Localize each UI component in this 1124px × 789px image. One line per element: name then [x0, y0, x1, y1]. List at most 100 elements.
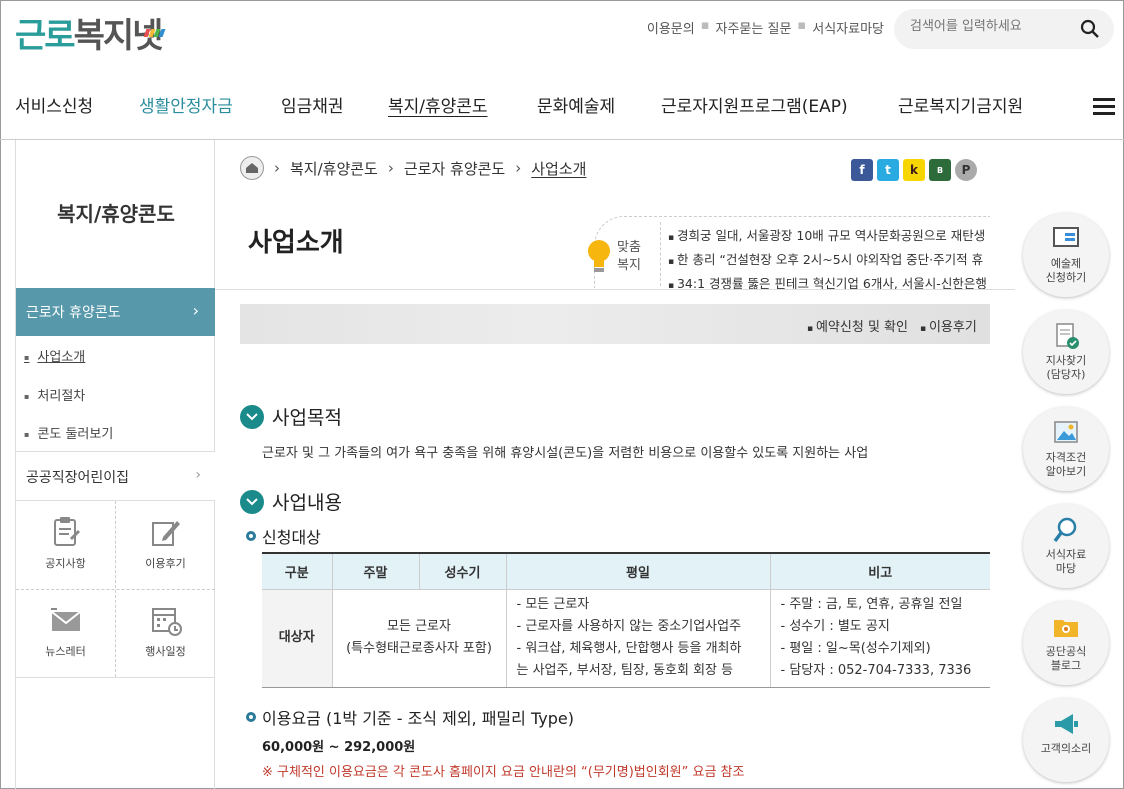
quick-label: 공지사항: [45, 557, 86, 570]
cell-line: - 모든 근로자: [516, 597, 590, 612]
chevron-right-icon: ›: [195, 467, 201, 483]
chevron-down-icon: [240, 489, 264, 514]
sidebar-title: 복지/휴양콘도: [57, 202, 175, 226]
image-icon: [1054, 421, 1078, 443]
gnb-service[interactable]: 서비스신청: [15, 92, 93, 117]
gnb-welfare-condo[interactable]: 복지/휴양콘도: [388, 92, 488, 117]
global-nav: 서비스신청 생활안정자금 임금채권 복지/휴양콘도 문화예술제 근로자지원프로그…: [0, 78, 1124, 140]
mail-icon: [50, 608, 81, 631]
sidebar-item-condo[interactable]: 근로자 휴양콘도 ›: [16, 288, 215, 336]
quick-branch-finder[interactable]: 지사찾기 (담당자): [1023, 310, 1109, 394]
band-icon[interactable]: B: [929, 159, 951, 181]
search-box: [894, 9, 1114, 49]
kakao-icon[interactable]: k: [903, 159, 925, 181]
gnb-art-festival[interactable]: 문화예술제: [537, 92, 615, 117]
table-header: 비고: [769, 552, 990, 590]
util-sep: ▪: [700, 18, 710, 33]
logo-part-2: 복지: [73, 16, 135, 56]
search-input[interactable]: [910, 19, 1070, 34]
sidebar-item-daycare[interactable]: 공공직장어린이집 ›: [16, 451, 215, 501]
breadcrumb-sep: ›: [387, 159, 394, 177]
calendar-icon: [151, 608, 182, 636]
clipboard-icon: [53, 517, 80, 546]
sub-banner: 예약신청 및 확인 이용후기: [240, 304, 990, 344]
subheading-target: 신청대상: [246, 524, 321, 548]
quick-label: 마당: [1055, 562, 1077, 575]
table-header: 평일: [505, 552, 770, 590]
quick-review[interactable]: 이용후기: [116, 501, 215, 589]
folder-icon: [1054, 620, 1078, 637]
util-link-faq[interactable]: 자주묻는 질문: [716, 18, 792, 37]
news-list: 경희궁 일대, 서울광장 10배 규모 역사문화공원으로 재탄생 한 총리 “건…: [668, 225, 988, 297]
quick-label: 서식자료: [1045, 548, 1087, 561]
edit-icon: [151, 521, 180, 546]
logo-part-1: 근로: [15, 16, 76, 56]
quick-label: 신청하기: [1045, 271, 1087, 284]
quick-label: 이용후기: [145, 557, 186, 570]
facebook-icon[interactable]: f: [851, 159, 873, 181]
sidebar-sub-tour[interactable]: 콘도 둘러보기: [24, 423, 113, 442]
banner-link-review[interactable]: 이용후기: [920, 316, 977, 335]
breadcrumb-item[interactable]: 근로자 휴양콘도: [404, 158, 505, 179]
print-icon[interactable]: P: [955, 159, 977, 181]
quick-eligibility[interactable]: 자격조건 알아보기: [1023, 407, 1109, 491]
quick-blog[interactable]: 공단공식 블로그: [1023, 601, 1109, 685]
monitor-icon: [1053, 227, 1079, 247]
fee-note: ※ 구체적인 이용요금은 각 콘도사 홈페이지 요금 안내란의 “(무기명)법인…: [262, 765, 745, 780]
news-item[interactable]: 경희궁 일대, 서울광장 10배 규모 역사문화공원으로 재탄생: [668, 225, 988, 249]
twitter-icon[interactable]: t: [877, 159, 899, 181]
divider: [16, 589, 215, 590]
cell-line: 모든 근로자: [387, 619, 451, 634]
gnb-living-fund[interactable]: 생활안정자금: [139, 92, 233, 117]
sidebar-sub-process[interactable]: 처리절차: [24, 385, 85, 404]
quick-label: 지사찾기: [1045, 354, 1087, 367]
chevron-down-icon: [240, 404, 264, 429]
table-cell-remarks: - 주말 : 금, 토, 연휴, 공휴일 전일 - 성수기 : 별도 공지 - …: [769, 589, 990, 688]
cell-line: - 주말 : 금, 토, 연휴, 공휴일 전일: [780, 597, 963, 612]
search-icon[interactable]: [1080, 19, 1100, 39]
news-label-line: 맞춤: [617, 240, 641, 255]
gnb-welfare-fund[interactable]: 근로복지기금지원: [898, 92, 1023, 117]
news-item[interactable]: 한 총리 “건설현장 오후 2시~5시 야외작업 중단·주기적 휴: [668, 249, 988, 273]
util-link-forms[interactable]: 서식자료마당: [812, 18, 884, 37]
bullet-icon: [246, 531, 256, 541]
gnb-wage-claim[interactable]: 임금채권: [281, 92, 344, 117]
news-label-line: 복지: [617, 258, 641, 273]
checklist-icon: [1056, 323, 1079, 349]
quick-newsletter[interactable]: 뉴스레터: [16, 589, 115, 677]
quick-label: 알아보기: [1045, 465, 1087, 478]
menu-icon[interactable]: [1093, 98, 1115, 119]
quick-notice[interactable]: 공지사항: [16, 501, 115, 589]
util-sep: ▪: [797, 18, 807, 33]
sidebar: 복지/휴양콘도 근로자 휴양콘도 › 사업소개 처리절차 콘도 둘러보기 공공직…: [15, 140, 215, 789]
banner-link-reservation[interactable]: 예약신청 및 확인: [807, 316, 908, 335]
breadcrumb-sep: ›: [274, 159, 280, 177]
page-title: 사업소개: [248, 228, 344, 258]
quick-art-festival[interactable]: 예술제 신청하기: [1023, 213, 1109, 297]
quick-label: 공단공식: [1045, 645, 1087, 658]
breadcrumb-sep: ›: [515, 159, 522, 177]
table-header: 주말: [331, 552, 419, 590]
lightbulb-icon: [588, 240, 610, 272]
quick-events[interactable]: 행사일정: [116, 589, 215, 677]
sidebar-sub-intro[interactable]: 사업소개: [24, 346, 85, 365]
news-item[interactable]: 34:1 경쟁률 뚫은 핀테크 혁신기업 6개사, 서울시-신한은행: [668, 273, 988, 297]
breadcrumb-current: 사업소개: [531, 159, 587, 178]
magnifier-icon: [1053, 517, 1077, 543]
subheading-fee: 이용요금 (1박 기준 - 조식 제외, 패밀리 Type): [246, 705, 574, 729]
target-table: 구분 주말 성수기 평일 비고 대상자 모든 근로자 (특수형태근로종사자 포함…: [262, 552, 990, 688]
quick-forms[interactable]: 서식자료 마당: [1023, 504, 1109, 588]
breadcrumb-item[interactable]: 복지/휴양콘도: [290, 158, 378, 179]
quick-label: 예술제: [1050, 257, 1082, 270]
util-link-inquiry[interactable]: 이용문의: [647, 18, 695, 37]
cell-line: - 근로자를 사용하지 않는 중소기업사업주: [516, 619, 742, 634]
site-logo[interactable]: 근로복지넷: [15, 8, 166, 57]
table-cell-label: 대상자: [262, 589, 332, 688]
home-icon[interactable]: [240, 156, 264, 180]
purpose-description: 근로자 및 그 가족들의 여가 욕구 충족을 위해 휴양시설(콘도)을 저렴한 …: [262, 446, 869, 461]
subheading-text: 신청대상: [262, 528, 321, 547]
gnb-eap[interactable]: 근로자지원프로그램(EAP): [661, 92, 848, 117]
divider: [215, 289, 1015, 290]
utility-links: 이용문의 ▪ 자주묻는 질문 ▪ 서식자료마당: [647, 18, 884, 37]
quick-customer-voice[interactable]: 고객의소리: [1023, 698, 1109, 782]
